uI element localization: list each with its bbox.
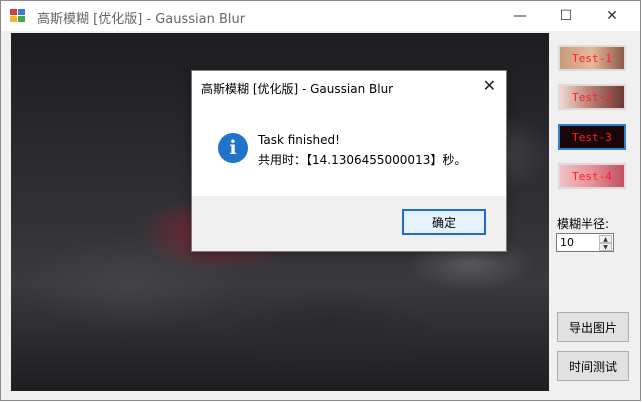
thumbnail-test-2[interactable]: Test-2 (558, 84, 626, 110)
dialog-message-line2: 共用时：【14.1306455000013】秒。 (258, 153, 467, 167)
timing-test-button[interactable]: 时间测试 (557, 351, 629, 381)
export-image-label: 导出图片 (568, 320, 617, 335)
close-button[interactable]: ✕ (589, 1, 635, 31)
blur-radius-value[interactable]: 10 (560, 236, 574, 249)
info-icon: i (218, 133, 248, 163)
minimize-icon: — (513, 8, 527, 24)
spin-up-icon[interactable]: ▲ (599, 235, 612, 243)
thumbnail-label: Test-2 (572, 90, 612, 104)
maximize-button[interactable]: ☐ (543, 1, 589, 31)
blur-radius-label: 模糊半径: (557, 217, 610, 231)
title-bar[interactable]: 高斯模糊 [优化版] - Gaussian Blur — ☐ ✕ (1, 1, 640, 31)
dialog-footer: 确定 (192, 196, 506, 251)
ok-button[interactable]: 确定 (402, 209, 486, 235)
dialog-close-icon[interactable]: ✕ (483, 76, 496, 95)
minimize-button[interactable]: — (497, 1, 543, 31)
spin-down-icon[interactable]: ▼ (599, 243, 612, 251)
thumbnail-label: Test-3 (572, 130, 612, 144)
thumbnail-label: Test-1 (572, 51, 612, 65)
main-window: 高斯模糊 [优化版] - Gaussian Blur — ☐ ✕ Test-1 … (0, 0, 641, 401)
app-icon (10, 9, 26, 23)
message-dialog: 高斯模糊 [优化版] - Gaussian Blur ✕ i Task fini… (191, 70, 507, 252)
thumbnail-test-3[interactable]: Test-3 (558, 124, 626, 150)
timing-test-label: 时间测试 (568, 359, 617, 374)
thumbnail-test-4[interactable]: Test-4 (558, 163, 626, 189)
thumbnail-label: Test-4 (572, 169, 612, 183)
ok-button-label: 确定 (431, 215, 456, 230)
dialog-message-line1: Task finished! (258, 133, 340, 147)
thumbnail-test-1[interactable]: Test-1 (558, 45, 626, 71)
window-title: 高斯模糊 [优化版] - Gaussian Blur (37, 12, 246, 27)
blur-radius-stepper[interactable]: 10 ▲ ▼ (556, 233, 614, 252)
close-icon: ✕ (606, 8, 618, 24)
maximize-icon: ☐ (559, 8, 573, 24)
dialog-title: 高斯模糊 [优化版] - Gaussian Blur (201, 82, 394, 96)
info-glyph: i (229, 137, 237, 159)
export-image-button[interactable]: 导出图片 (557, 312, 629, 342)
